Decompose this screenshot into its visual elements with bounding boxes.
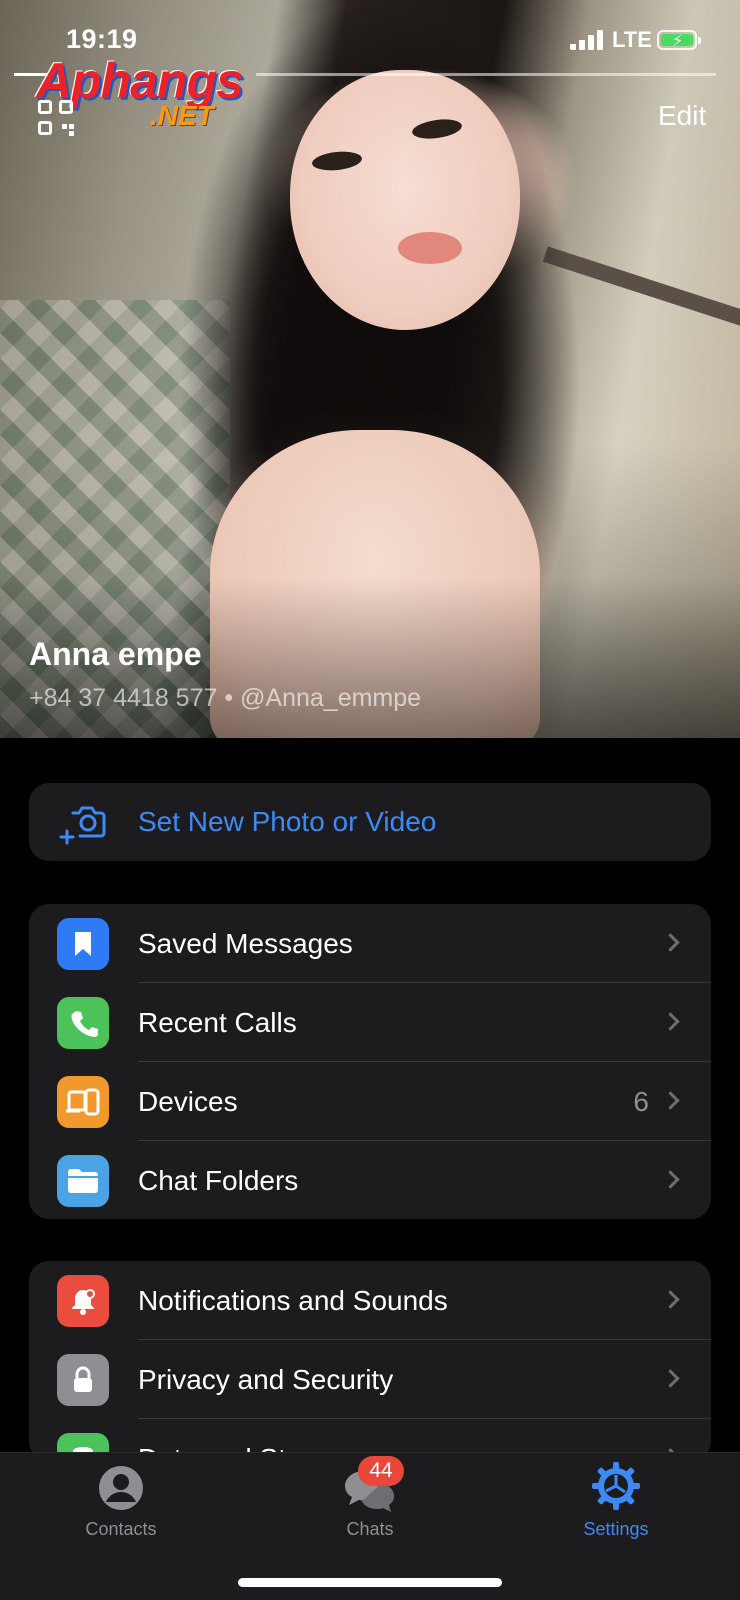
tab-settings-label: Settings (583, 1519, 649, 1539)
status-time: 19:19 (66, 24, 138, 54)
tab-contacts[interactable]: Contacts (46, 1453, 196, 1553)
chevron-right-icon (661, 1290, 680, 1309)
chevron-right-icon (661, 1369, 680, 1388)
recent-calls-label: Recent Calls (138, 1006, 297, 1038)
devices-count: 6 (633, 1085, 649, 1117)
photo-lips (398, 232, 462, 264)
chevron-right-icon (661, 1091, 680, 1110)
phone-icon (57, 997, 109, 1049)
tab-settings[interactable]: Settings (541, 1453, 691, 1553)
qr-code-icon[interactable] (38, 100, 74, 136)
set-photo-label: Set New Photo or Video (138, 806, 437, 837)
main-settings-group: Saved Messages Recent Calls Devices 6 Ch… (29, 904, 711, 1219)
devices-label: Devices (138, 1085, 238, 1117)
privacy-row[interactable]: Privacy and Security (29, 1340, 711, 1419)
bell-icon (57, 1275, 109, 1327)
bookmark-icon (57, 918, 109, 970)
gear-icon (592, 1462, 640, 1510)
battery-icon: ⚡ (657, 30, 701, 50)
watermark-line (256, 73, 716, 76)
devices-row[interactable]: Devices 6 (29, 1062, 711, 1141)
tab-chats-label: Chats (346, 1519, 394, 1539)
notifications-label: Notifications and Sounds (138, 1284, 448, 1316)
chat-folders-label: Chat Folders (138, 1164, 299, 1196)
profile-name: Anna empe (29, 636, 202, 672)
notifications-row[interactable]: Notifications and Sounds (29, 1261, 711, 1340)
signal-icon (570, 30, 606, 50)
chevron-right-icon (661, 1012, 680, 1031)
profile-photo[interactable] (0, 0, 740, 738)
profile-phone-username: +84 37 4418 577 • @Anna_emmpe (29, 684, 422, 712)
edit-button[interactable]: Edit (658, 100, 706, 132)
home-indicator[interactable] (238, 1578, 502, 1587)
set-photo-button[interactable]: Set New Photo or Video (29, 783, 711, 861)
chat-folders-row[interactable]: Chat Folders (29, 1141, 711, 1219)
recent-calls-row[interactable]: Recent Calls (29, 983, 711, 1062)
chats-unread-badge: 44 (358, 1456, 404, 1486)
network-type: LTE (612, 27, 652, 52)
preferences-group: Notifications and Sounds Privacy and Sec… (29, 1261, 711, 1461)
chevron-right-icon (661, 1170, 680, 1189)
saved-messages-label: Saved Messages (138, 927, 353, 959)
add-photo-icon (57, 797, 109, 849)
watermark-tld: .NET (150, 100, 214, 131)
lock-icon (57, 1354, 109, 1406)
set-photo-card: Set New Photo or Video (29, 783, 711, 861)
person-icon (99, 1466, 143, 1510)
chevron-right-icon (661, 933, 680, 952)
saved-messages-row[interactable]: Saved Messages (29, 904, 711, 983)
tab-contacts-label: Contacts (85, 1519, 157, 1539)
devices-icon (57, 1076, 109, 1128)
folder-icon (57, 1155, 109, 1207)
privacy-label: Privacy and Security (138, 1363, 394, 1395)
photo-face (290, 70, 520, 330)
